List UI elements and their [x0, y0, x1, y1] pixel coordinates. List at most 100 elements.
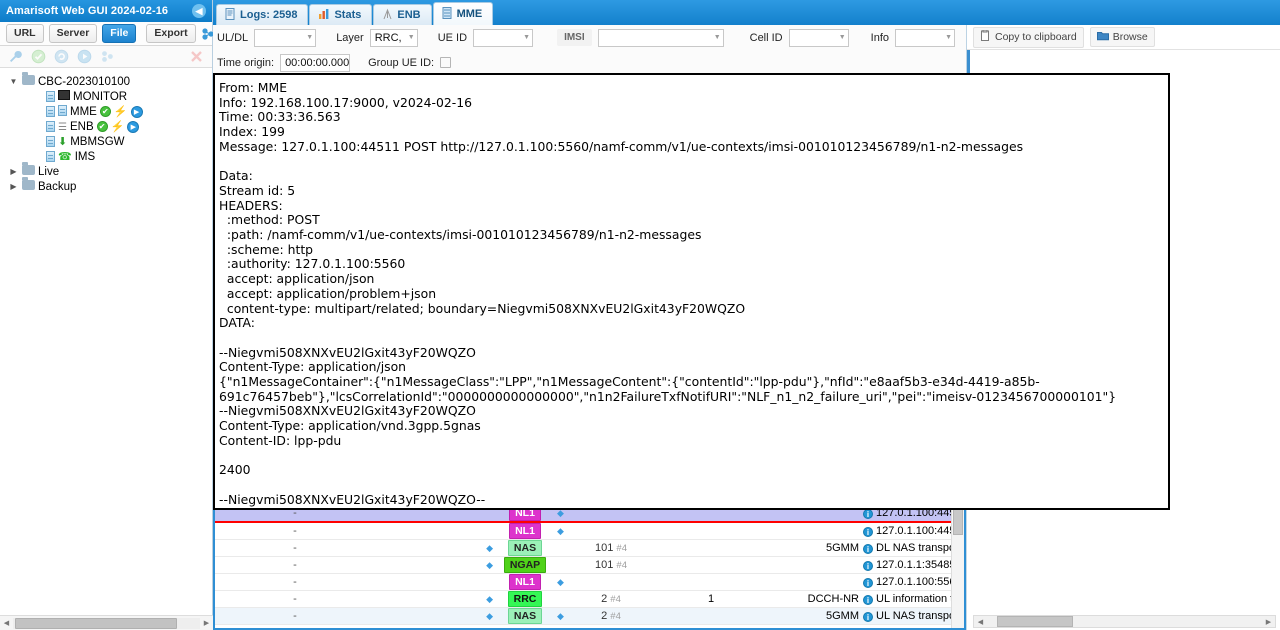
- export-button[interactable]: Export: [146, 24, 196, 43]
- url-button[interactable]: URL: [6, 24, 44, 43]
- ueid-select[interactable]: ▼: [473, 28, 534, 47]
- check-circle-icon[interactable]: [31, 49, 46, 64]
- popup-line: 691c76457beb"},"lcsCorrelationId":"00000…: [219, 388, 1117, 404]
- table-row[interactable]: - ◆ RRC 2 #41DCCH-NRiUL information transfe…: [215, 590, 964, 608]
- file-button[interactable]: File: [102, 24, 137, 43]
- tree-item-enb[interactable]: ☰ ENB ✔ ⚡ ▶: [4, 119, 212, 134]
- popup-line: [219, 449, 1168, 464]
- cell-channel: [771, 522, 861, 540]
- tree-item-mbmsgw[interactable]: ⬇ MBMSGW: [4, 134, 212, 149]
- left-panel-hscrollbar[interactable]: ◀ ▶: [0, 615, 213, 630]
- cell-protocol: NAS: [495, 539, 555, 557]
- table-row[interactable]: - ◆ NAS ◆ 2 #4 5GMM i UL NAS transport: [215, 607, 964, 625]
- cellid-select[interactable]: ▼: [788, 28, 849, 47]
- log-table-vscrollbar[interactable]: [951, 505, 964, 628]
- cell-dir-right: ◆: [555, 573, 571, 591]
- scroll-thumb[interactable]: [15, 617, 177, 629]
- tab-bar: Logs: 2598 Stats ENB MME: [213, 0, 1280, 25]
- cell-protocol: NL1: [495, 522, 555, 540]
- direction-arrow-icon: ◆: [486, 594, 493, 604]
- direction-arrow-icon: ◆: [486, 543, 493, 553]
- tree-item-backup[interactable]: ▶ Backup: [4, 177, 212, 194]
- bolt-icon[interactable]: ⚡: [114, 105, 128, 118]
- cell-dir-left: [375, 522, 495, 540]
- status-ok-icon[interactable]: ✔: [96, 121, 108, 132]
- info-select[interactable]: ▼: [895, 28, 955, 47]
- play-icon[interactable]: ▶: [130, 105, 143, 118]
- cell-dir-right: [555, 539, 571, 557]
- tree-item-cbc-2023010100[interactable]: ▼ CBC-2023010100: [4, 72, 212, 89]
- server-icon: [442, 6, 453, 22]
- scroll-right-icon[interactable]: ▶: [1262, 618, 1275, 626]
- cell-mid: [651, 539, 771, 557]
- copy-to-clipboard-button[interactable]: Copy to clipboard: [973, 26, 1084, 48]
- browse-button[interactable]: Browse: [1089, 27, 1155, 47]
- imsi-select[interactable]: ▼: [597, 28, 724, 47]
- table-row[interactable]: - NL1 ◆ i127.0.1.100:44511 Status: 200: [215, 522, 964, 540]
- tree-item-live[interactable]: ▶ Live: [4, 162, 212, 179]
- cell-dir-left: ◆: [375, 539, 495, 557]
- scroll-left-icon[interactable]: ◀: [974, 618, 987, 626]
- table-row[interactable]: - ◆ NAS 101 #4 5GMM i DL NAS transport: [215, 539, 964, 557]
- popup-line: From: MME: [219, 80, 288, 95]
- scroll-track[interactable]: [13, 617, 200, 629]
- popup-line: accept: application/problem+json: [219, 285, 437, 301]
- scroll-left-icon[interactable]: ◀: [0, 619, 13, 627]
- tree-item-ims[interactable]: ☎ IMS: [4, 149, 212, 164]
- chevron-down-icon: ▼: [306, 34, 314, 41]
- scroll-right-icon[interactable]: ▶: [200, 619, 213, 627]
- log-vscroll-thumb[interactable]: [953, 507, 963, 535]
- close-x-icon[interactable]: [189, 49, 204, 64]
- detail-hscrollbar[interactable]: ◀ ▶: [973, 615, 1276, 628]
- group-ueid-checkbox[interactable]: [440, 57, 452, 68]
- play-icon[interactable]: ▶: [127, 120, 140, 133]
- config-tree: ▼ CBC-2023010100 MONITOR MME ✔ ⚡ ▶ ☰ ENB ✔ ⚡ ▶ ⬇ MBMS…: [0, 68, 212, 630]
- cell-protocol: NAS: [495, 607, 555, 625]
- chevron-down-icon: ▼: [945, 34, 952, 41]
- tab-mme[interactable]: MME: [432, 2, 494, 25]
- tree-item-monitor[interactable]: MONITOR: [4, 89, 212, 104]
- plug-icon-small[interactable]: [100, 49, 115, 64]
- left-toolbar: URL Server File Export: [0, 22, 214, 46]
- server-node-icon: [46, 136, 55, 147]
- bolt-icon[interactable]: ⚡: [111, 120, 125, 133]
- cell-channel: 5GMM: [771, 607, 861, 625]
- tree-item-label: MBMSGW: [70, 135, 125, 148]
- refresh-icon[interactable]: [54, 49, 69, 64]
- detail-toolbar: Copy to clipboard Browse: [967, 25, 1280, 50]
- tree-expander-icon[interactable]: ▶: [8, 182, 19, 191]
- detail-hscroll-thumb[interactable]: [997, 616, 1073, 627]
- popup-line: :method: POST: [219, 212, 320, 228]
- layer-value: RRC,: [374, 31, 402, 44]
- log-table-container[interactable]: -NL1◆i127.0.1.100:44511 POST http://127.…: [213, 503, 966, 630]
- time-origin-input[interactable]: 00:00:00.000: [280, 53, 351, 72]
- layer-select[interactable]: RRC, ▼: [369, 28, 418, 47]
- imsi-button[interactable]: IMSI: [557, 29, 592, 46]
- cell-number: 101 #4: [571, 539, 651, 557]
- tree-item-mme[interactable]: MME ✔ ⚡ ▶: [4, 104, 212, 119]
- cell-number: 2 #4: [571, 607, 651, 625]
- copy-label: Copy to clipboard: [995, 31, 1077, 43]
- tree-expander-icon[interactable]: ▼: [8, 77, 19, 86]
- uldl-select[interactable]: ▼: [254, 28, 317, 47]
- collapse-left-panel-icon[interactable]: ◀: [192, 4, 206, 18]
- popup-line: Content-Type: application/json: [219, 359, 407, 375]
- tab-stats[interactable]: Stats: [309, 4, 373, 25]
- wrench-icon[interactable]: [8, 49, 23, 64]
- popup-line: Time: 00:33:36.563: [219, 109, 341, 125]
- server-button[interactable]: Server: [48, 24, 98, 43]
- cell-subnumber: #4: [616, 560, 627, 571]
- table-row[interactable]: - NL1 ◆ i127.0.1.100:5560 Status: 200: [215, 573, 964, 591]
- left-secondary-toolbar: [0, 46, 212, 68]
- tab-logs-2598[interactable]: Logs: 2598: [216, 4, 309, 25]
- cell-dir-right: ◆: [555, 522, 571, 540]
- tree-expander-icon[interactable]: ▶: [8, 167, 19, 176]
- direction-arrow-icon: ◆: [557, 526, 564, 536]
- cell-protocol: NL1: [495, 573, 555, 591]
- tree-item-label: MONITOR: [73, 90, 128, 103]
- folder-open-icon: [1096, 30, 1109, 44]
- tab-enb[interactable]: ENB: [373, 4, 432, 25]
- table-row[interactable]: - ◆ NGAP 101 #4 i127.0.1.1:35485 Downlink NA…: [215, 556, 964, 574]
- status-ok-icon[interactable]: ✔: [99, 106, 111, 117]
- play-circle-icon[interactable]: [77, 49, 92, 64]
